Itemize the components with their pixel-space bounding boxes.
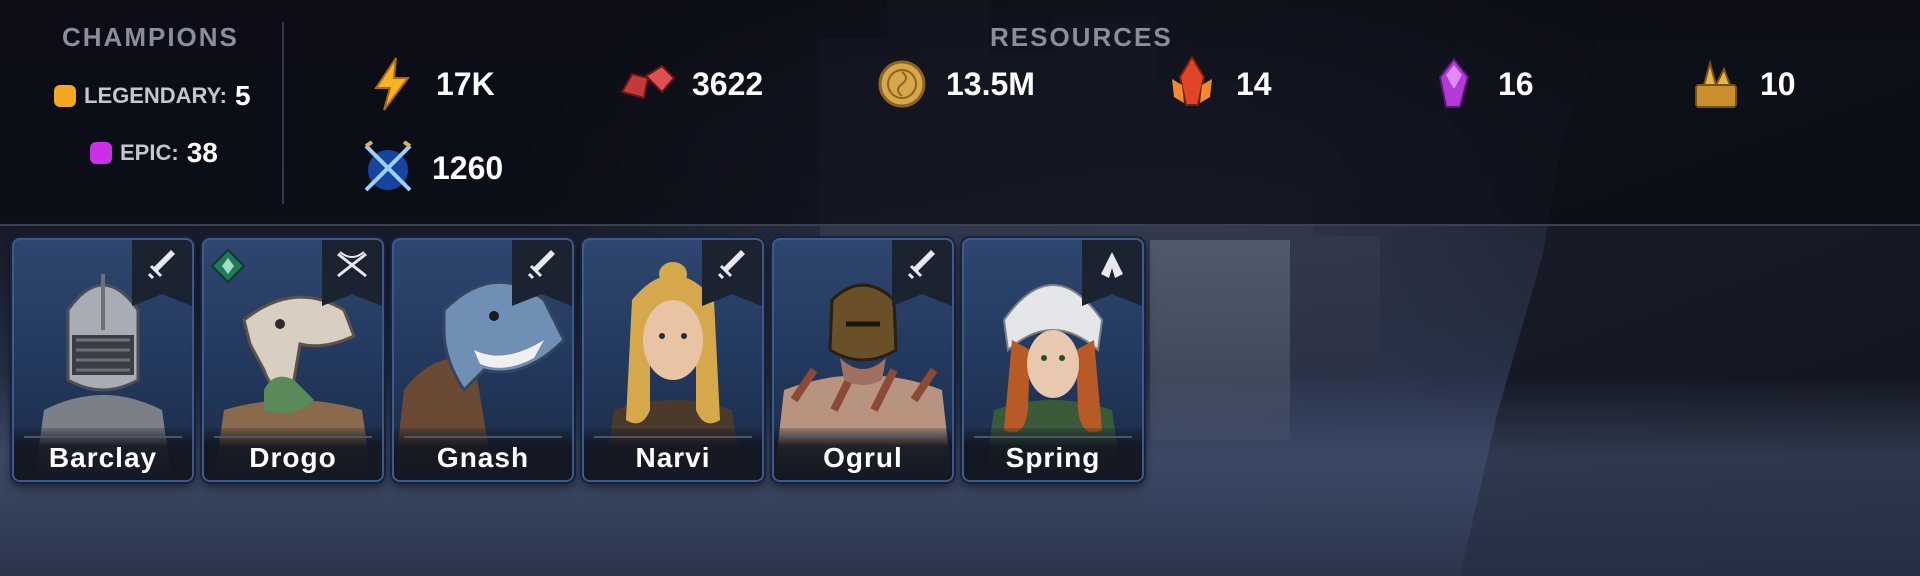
champion-name: Narvi (635, 442, 711, 473)
champion-card-ogrul[interactable]: Ogrul (772, 238, 954, 482)
resource-silver: 13.5M (872, 54, 1035, 114)
champion-name: Ogrul (823, 442, 903, 473)
name-bar: Gnash (394, 428, 572, 480)
epic-label: EPIC: (120, 140, 179, 165)
name-bar: Drogo (204, 428, 382, 480)
resource-purple-crystal: 16 (1424, 54, 1534, 114)
epic-value: 38 (186, 137, 218, 168)
purple-crystal-value: 16 (1498, 65, 1534, 102)
epic-dot-icon (90, 142, 112, 164)
legendary-dot-icon (54, 85, 76, 107)
epic-count: EPIC: 38 (90, 137, 218, 169)
legendary-label: LEGENDARY: (84, 83, 227, 108)
name-bar: Narvi (584, 428, 762, 480)
champion-card-narvi[interactable]: Narvi (582, 238, 764, 482)
praying-hands-icon (1101, 252, 1123, 278)
arena-tokens-value: 1260 (432, 149, 504, 186)
champions-title: CHAMPIONS (62, 22, 239, 52)
name-bar: Ogrul (774, 428, 952, 480)
champion-name: Spring (1005, 442, 1101, 473)
legendary-count: LEGENDARY: 5 (54, 80, 251, 112)
header-divider (282, 22, 284, 204)
red-crystal-value: 14 (1236, 65, 1272, 102)
red-crystal-icon (1162, 54, 1222, 114)
resource-gold-shard: 10 (1686, 54, 1796, 114)
champion-card-spring[interactable]: Spring (962, 238, 1144, 482)
arena-token-icon (358, 138, 418, 198)
champion-name: Barclay (48, 442, 158, 473)
ruby-gems-icon (618, 54, 678, 114)
crossbow-icon (337, 251, 367, 278)
purple-crystal-icon (1424, 54, 1484, 114)
resource-arena-tokens: 1260 (358, 138, 503, 198)
resource-red-crystal: 14 (1162, 54, 1272, 114)
resource-energy: 17K (362, 54, 495, 114)
champion-card-gnash[interactable]: Gnash (392, 238, 574, 482)
sword-icon (907, 250, 935, 280)
gems-value: 3622 (692, 65, 764, 102)
gold-shard-icon (1686, 54, 1746, 114)
resources-title: RESOURCES (990, 22, 1173, 52)
energy-value: 17K (436, 65, 495, 102)
force-affinity-icon (210, 248, 246, 284)
name-bar: Barclay (14, 428, 192, 480)
energy-icon (362, 54, 422, 114)
sword-icon (147, 250, 175, 280)
champion-name: Drogo (249, 442, 337, 473)
section-divider (0, 224, 1920, 226)
champion-card-drogo[interactable]: Drogo (202, 238, 384, 482)
champion-card-barclay[interactable]: Barclay (12, 238, 194, 482)
champion-name: Gnash (436, 442, 530, 473)
gold-shard-value: 10 (1760, 65, 1796, 102)
silver-value: 13.5M (946, 65, 1035, 102)
sword-icon (717, 250, 745, 280)
resource-gems: 3622 (618, 54, 763, 114)
legendary-value: 5 (235, 80, 251, 111)
name-bar: Spring (964, 428, 1142, 480)
sword-icon (527, 250, 555, 280)
silver-coin-icon (872, 54, 932, 114)
